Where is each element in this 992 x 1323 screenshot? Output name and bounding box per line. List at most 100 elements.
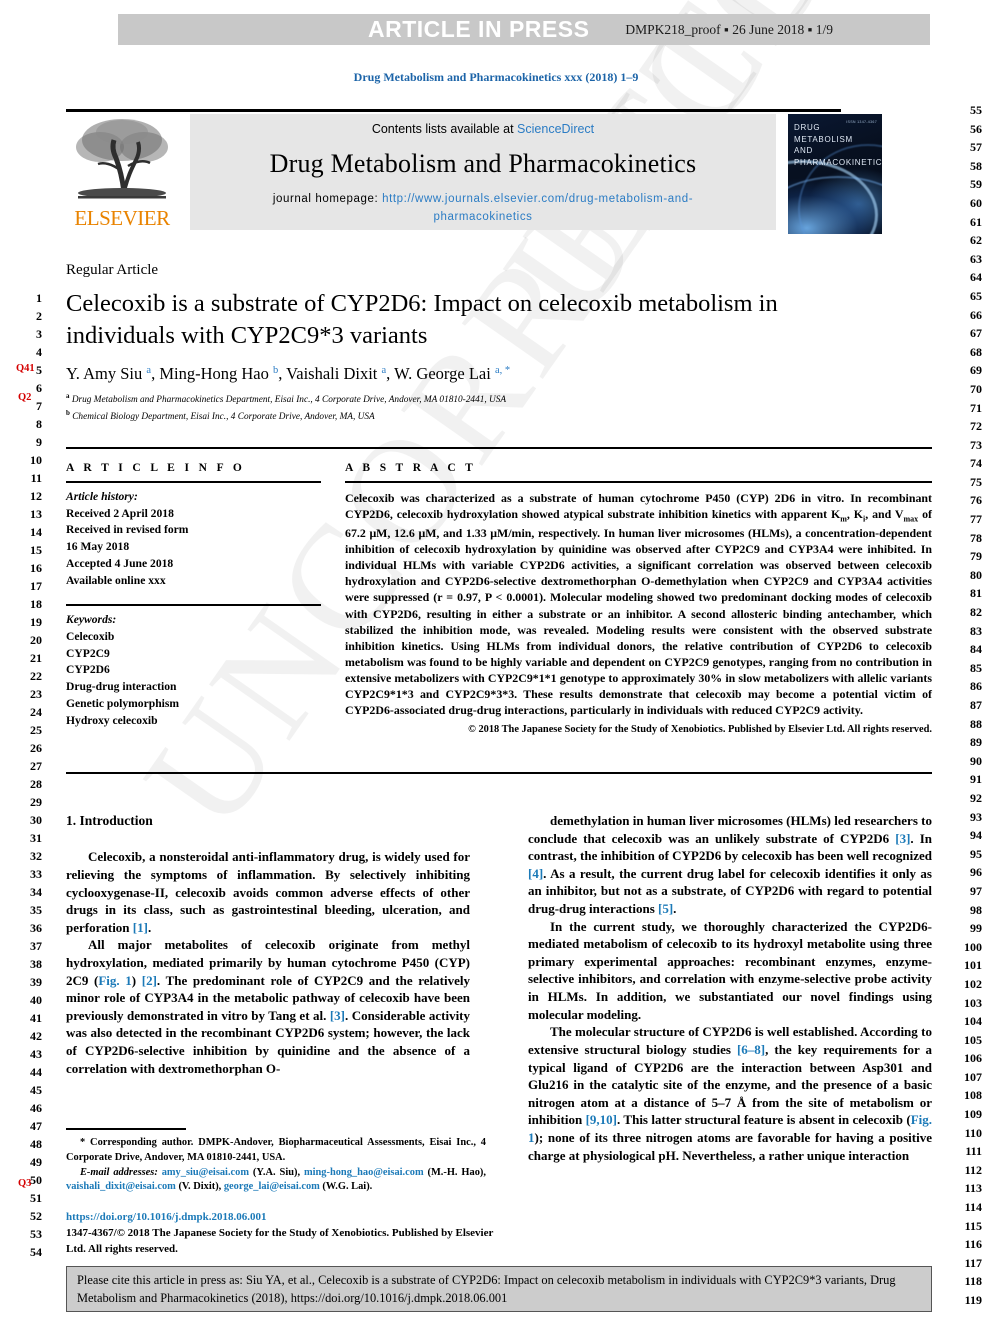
line-number: 58 [970,158,982,173]
line-number: 52 [30,1209,42,1223]
line-number: 69 [970,363,982,378]
corresponding-author-note: * Corresponding author. DMPK-Andover, Bi… [66,1137,486,1163]
line-number: 60 [970,195,982,210]
line-number: 34 [30,885,42,899]
keywords-block: Keywords: Celecoxib CYP2C9 CYP2D6 Drug-d… [66,612,321,730]
history-item-0: Received 2 April 2018 [66,506,174,520]
author-list: Y. Amy Siu a, Ming-Hong Hao b, Vaishali … [66,364,511,383]
affiliations: a Drug Metabolism and Pharmacokinetics D… [66,391,856,425]
article-history-label: Article history: [66,489,138,503]
intro-paragraph-1: Celecoxib, a nonsteroidal anti-inflammat… [66,849,470,935]
query-tag-q2[interactable]: Q2 [18,392,31,403]
reference-citation[interactable]: [4] [528,866,543,881]
line-number: 70 [970,381,982,396]
author-4-affil-mark: a, * [494,365,511,376]
line-number: 107 [964,1069,982,1084]
footnote-rule [66,1128,186,1130]
doi-link[interactable]: https://doi.org/10.1016/j.dmpk.2018.06.0… [66,1210,496,1226]
line-number: 106 [964,1051,982,1066]
journal-homepage-line: journal homepage: http://www.journals.el… [190,191,776,227]
line-number: 78 [970,530,982,545]
line-number: 119 [964,1293,982,1307]
author-3: Vaishali Dixit a [286,364,387,383]
line-number: 55 [970,103,982,117]
elsevier-wordmark: ELSEVIER [74,206,170,230]
article-type-label: Regular Article [66,262,159,278]
line-number: 112 [964,1162,982,1177]
contents-available-line: Contents lists available at ScienceDirec… [190,122,776,136]
affiliation-a-text: Drug Metabolism and Pharmacokinetics Dep… [71,395,507,405]
line-number: 90 [970,753,982,768]
line-number: 81 [970,586,982,601]
reference-citation[interactable]: [3] [895,831,910,846]
reference-citation[interactable]: [3] [330,1008,345,1023]
line-number: 51 [30,1191,42,1205]
line-number: 75 [970,474,982,489]
history-item-4: Available online xxx [66,574,166,588]
figure-link[interactable]: Fig. 1 [98,973,131,988]
homepage-url-line1[interactable]: http://www.journals.elsevier.com/drug-me… [382,193,693,205]
line-number: 14 [30,525,42,539]
cite-this-article-box: Please cite this article in press as: Si… [66,1266,932,1312]
line-number: 111 [965,1144,982,1159]
journal-contents-box: Contents lists available at ScienceDirec… [190,114,776,230]
keyword-0: Celecoxib [66,629,115,643]
line-number: 117 [964,1255,982,1270]
line-number: 74 [970,456,982,471]
line-number: 93 [970,809,982,824]
intro-paragraph-3: demethylation in human liver microsomes … [528,813,933,917]
line-number: 87 [970,698,982,712]
line-number: 82 [970,605,982,620]
line-number: 68 [970,344,982,359]
page-title: Celecoxib is a substrate of CYP2D6: Impa… [66,290,778,350]
line-number: 110 [964,1125,982,1140]
article-info-column: A R T I C L E I N F O Article history: R… [66,462,321,730]
query-tag-q3[interactable]: Q3 [18,1178,31,1189]
journal-masthead: ELSEVIER Contents lists available at Sci… [66,112,882,234]
keyword-1: CYP2C9 [66,646,110,660]
reference-citation[interactable]: [2] [142,973,157,988]
section-heading-introduction: 1. Introduction [66,813,153,828]
affiliation-b: b Chemical Biology Department, Eisai Inc… [66,408,856,425]
line-number: 31 [30,831,42,845]
email-link-3[interactable]: george_lai@eisai.com [224,1181,320,1192]
line-number: 83 [970,623,982,638]
line-number: 21 [30,651,42,665]
reference-citation[interactable]: [5] [658,901,673,916]
line-number: 95 [970,846,982,861]
line-number: 85 [970,660,982,675]
query-tag-q41[interactable]: Q41 [16,363,35,374]
email-link-0[interactable]: amy_siu@eisai.com [162,1167,249,1178]
line-number: 67 [970,326,982,341]
line-number: 86 [970,679,982,694]
history-item-1: Received in revised form [66,523,189,537]
article-in-press-label: ARTICLE IN PRESS [368,16,590,42]
email-link-1[interactable]: ming-hong_hao@eisai.com [304,1167,424,1178]
line-number: 56 [970,121,982,136]
reference-citation[interactable]: [6–8] [737,1042,765,1057]
line-number: 16 [30,561,42,575]
line-number: 66 [970,307,982,322]
line-number: 72 [970,419,982,434]
reference-citation[interactable]: [1] [133,920,148,935]
line-number: 39 [30,975,42,989]
reference-citation[interactable]: [9,10] [586,1112,617,1127]
line-number: 13 [30,507,42,521]
line-number: 53 [30,1227,42,1241]
intro-right-column: demethylation in human liver microsomes … [528,812,932,1164]
line-number: 42 [30,1029,42,1043]
abstract-rule [345,481,932,483]
info-section-top-rule [66,447,932,450]
email-addresses-label: E-mail addresses: [80,1166,158,1178]
affiliation-a-mark: a [66,392,70,400]
sciencedirect-link[interactable]: ScienceDirect [517,122,594,136]
author-2-affil-mark: b [272,365,279,376]
line-number: 114 [964,1200,982,1215]
line-number: 98 [970,902,982,917]
line-number: 79 [970,549,982,564]
line-number: 59 [970,177,982,192]
email-link-2[interactable]: vaishali_dixit@eisai.com [66,1181,176,1192]
line-number: 35 [30,903,42,917]
line-number: 32 [30,849,42,863]
homepage-url-line2[interactable]: pharmacokinetics [433,211,532,223]
